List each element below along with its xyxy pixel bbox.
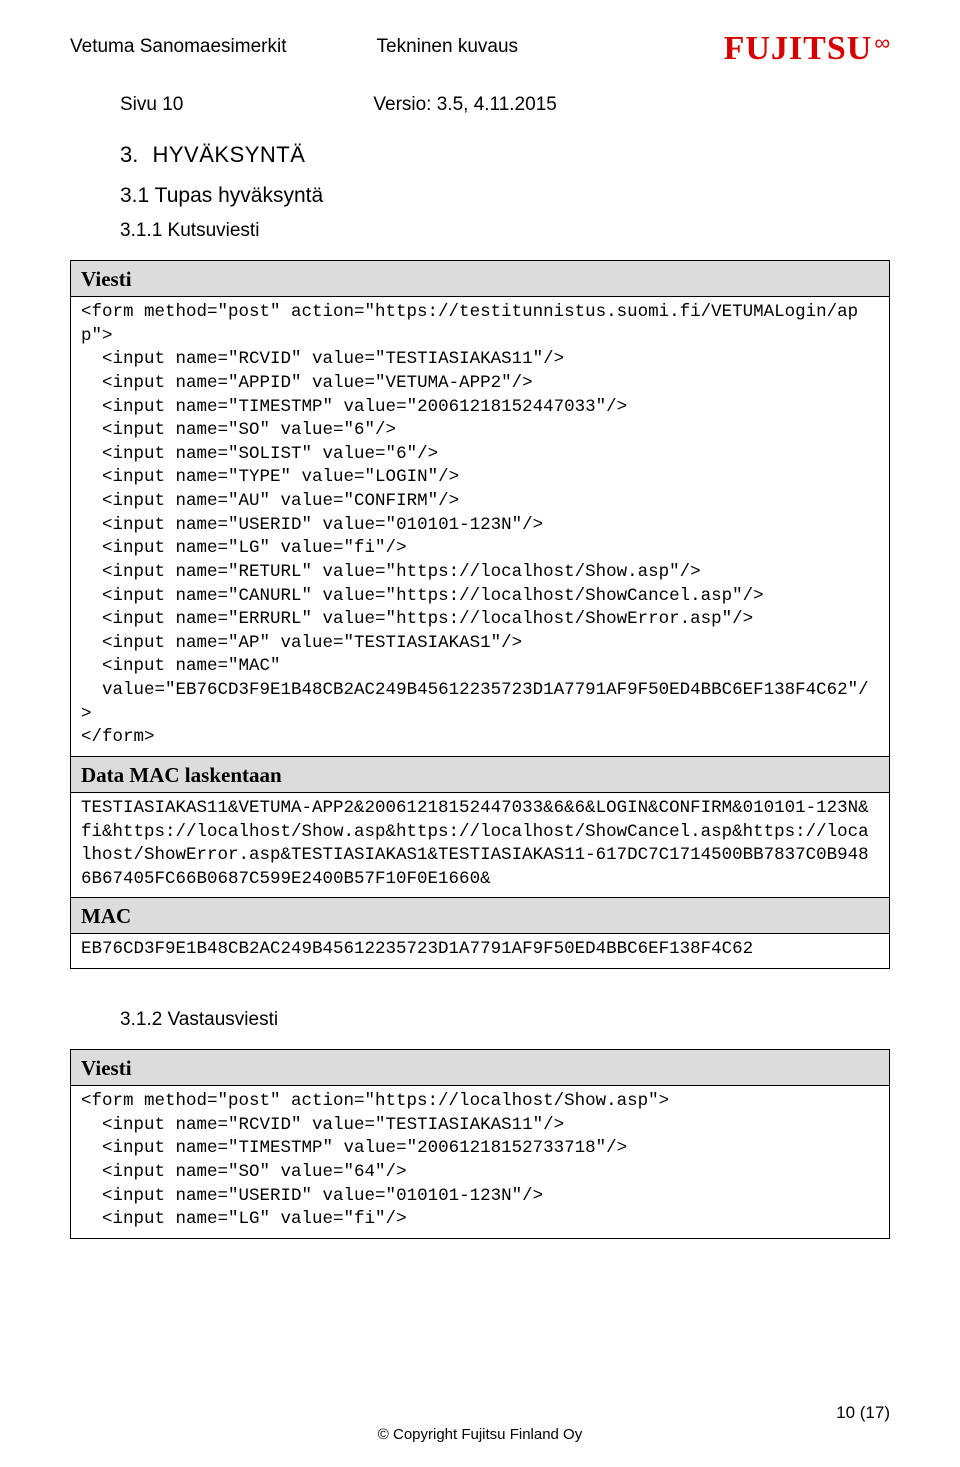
section-3-1-heading: 3.1 Tupas hyväksyntä xyxy=(120,184,890,208)
box1-mac-content: EB76CD3F9E1B48CB2AC249B45612235723D1A779… xyxy=(71,934,889,968)
section-3-1-1-title: Kutsuviesti xyxy=(168,220,260,241)
section-3-title: HYVÄKSYNTÄ xyxy=(152,142,305,167)
page-header: Vetuma Sanomaesimerkit Tekninen kuvaus F… xyxy=(70,30,890,68)
section-3-num: 3. xyxy=(120,142,138,167)
logo-infinity-icon: ∞ xyxy=(874,30,890,55)
section-3-1-title: Tupas hyväksyntä xyxy=(155,184,323,207)
fujitsu-logo: FUJITSU∞ xyxy=(724,30,890,68)
page-number-label: Sivu 10 xyxy=(120,94,183,116)
section-3-1-num: 3.1 xyxy=(120,184,149,207)
section-3-1-2-num: 3.1.2 xyxy=(120,1009,162,1030)
box2-viesti-content: <form method="post" action="https://loca… xyxy=(71,1086,889,1238)
doc-title-right: Tekninen kuvaus xyxy=(377,36,519,58)
kutsuviesti-box: Viesti <form method="post" action="https… xyxy=(70,260,890,969)
section-3-heading: 3. HYVÄKSYNTÄ xyxy=(120,142,890,168)
box1-viesti-label: Viesti xyxy=(71,261,889,297)
copyright-footer: © Copyright Fujitsu Finland Oy xyxy=(0,1426,960,1443)
box1-viesti-content: <form method="post" action="https://test… xyxy=(71,297,889,756)
box1-data-mac-label: Data MAC laskentaan xyxy=(71,756,889,793)
box1-mac-label: MAC xyxy=(71,897,889,934)
box2-viesti-label: Viesti xyxy=(71,1050,889,1086)
vastausviesti-box: Viesti <form method="post" action="https… xyxy=(70,1049,890,1239)
section-3-1-2-heading: 3.1.2 Vastausviesti xyxy=(120,1009,890,1031)
page-counter: 10 (17) xyxy=(836,1403,890,1423)
logo-text: FUJITSU xyxy=(724,30,873,67)
section-3-1-2-title: Vastausviesti xyxy=(168,1009,279,1030)
box1-data-mac-content: TESTIASIAKAS11&VETUMA-APP2&2006121815244… xyxy=(71,793,889,898)
page-meta: Sivu 10 Versio: 3.5, 4.11.2015 xyxy=(120,94,890,116)
header-titles: Vetuma Sanomaesimerkit Tekninen kuvaus xyxy=(70,30,518,58)
section-3-1-1-num: 3.1.1 xyxy=(120,220,162,241)
doc-title-left: Vetuma Sanomaesimerkit xyxy=(70,36,287,58)
version-label: Versio: 3.5, 4.11.2015 xyxy=(373,94,556,116)
section-3-1-1-heading: 3.1.1 Kutsuviesti xyxy=(120,220,890,242)
